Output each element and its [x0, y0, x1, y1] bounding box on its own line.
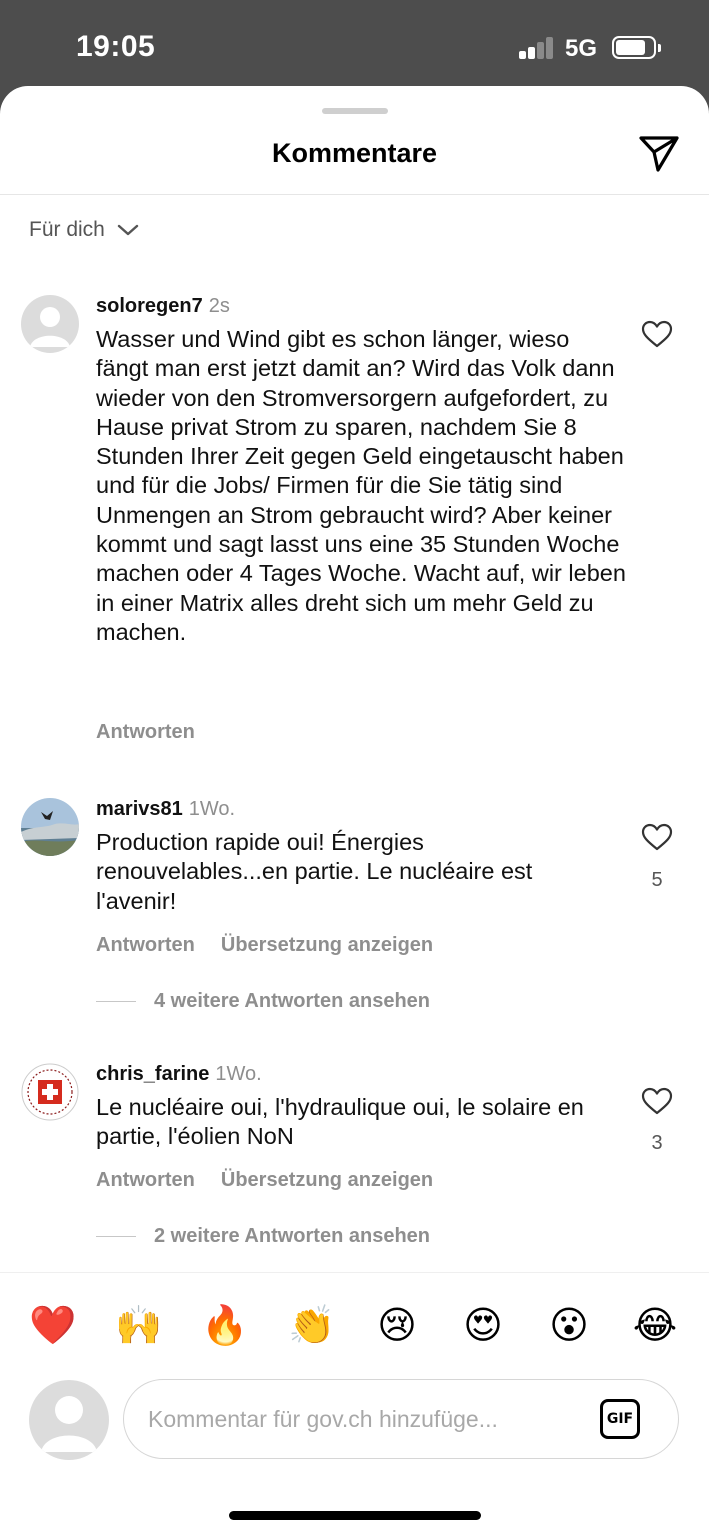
emoji-button[interactable]: 🙌	[114, 1298, 164, 1354]
heart-icon[interactable]	[641, 320, 673, 348]
chevron-down-icon	[117, 224, 139, 236]
heart-icon[interactable]	[641, 823, 673, 851]
like-count: 3	[651, 1132, 663, 1154]
status-bar: 19:05 5G	[0, 0, 709, 90]
status-time: 19:05	[76, 30, 156, 63]
network-label: 5G	[565, 35, 598, 62]
comment-text: Production rapide oui! Énergies renouvel…	[96, 829, 533, 914]
home-indicator	[229, 1511, 481, 1520]
emoji-button[interactable]: 🔥	[200, 1298, 250, 1354]
avatar[interactable]	[21, 295, 79, 353]
emoji-button[interactable]: 😂	[630, 1298, 680, 1354]
emoji-button[interactable]: 👏	[287, 1298, 337, 1354]
emoji-button[interactable]: ❤️	[28, 1298, 78, 1354]
comments-sheet: Kommentare Für dich soloregen7 2s Wasser …	[0, 86, 709, 1536]
comment-time: 2s	[208, 295, 230, 317]
battery-icon	[612, 36, 661, 59]
view-more-replies-label: 4 weitere Antworten ansehen	[154, 990, 430, 1012]
reply-button[interactable]: Antworten	[96, 1169, 195, 1191]
avatar	[29, 1380, 109, 1460]
sort-filter-dropdown[interactable]: Für dich	[29, 218, 139, 242]
heart-icon[interactable]	[641, 1087, 673, 1115]
comment-time: 1Wo.	[215, 1063, 262, 1085]
reply-line	[96, 1001, 136, 1002]
view-more-replies[interactable]: 4 weitere Antworten ansehen	[96, 990, 430, 1013]
translate-button[interactable]: Übersetzung anzeigen	[221, 934, 433, 956]
signal-icon	[519, 37, 555, 59]
reply-line	[96, 1236, 136, 1237]
page-title: Kommentare	[271, 138, 438, 168]
comment-username[interactable]: soloregen7	[96, 295, 203, 317]
comment-time: 1Wo.	[188, 798, 236, 820]
comment-username[interactable]: marivs81	[96, 798, 183, 820]
emoji-reaction-bar: ❤️ 🙌 🔥 👏 😢 😍 😮 😂	[0, 1298, 709, 1354]
header-divider	[0, 194, 709, 195]
view-more-replies-label: 2 weitere Antworten ansehen	[154, 1225, 430, 1247]
filter-label: Für dich	[29, 218, 105, 241]
translate-button[interactable]: Übersetzung anzeigen	[221, 1169, 433, 1191]
gif-button[interactable]: GIF	[600, 1399, 640, 1439]
comment-username[interactable]: chris_farine	[96, 1063, 209, 1085]
view-more-replies[interactable]: 2 weitere Antworten ansehen	[96, 1225, 430, 1248]
emoji-button[interactable]: 😮	[544, 1298, 594, 1354]
reply-button[interactable]: Antworten	[96, 934, 195, 956]
like-count: 5	[651, 869, 663, 891]
avatar[interactable]	[21, 798, 79, 856]
footer-divider	[0, 1272, 709, 1273]
reply-button[interactable]: Antworten	[96, 721, 195, 743]
comment-input-placeholder: Kommentar für gov.ch hinzufüge...	[148, 1406, 498, 1432]
avatar[interactable]	[21, 1063, 79, 1121]
sheet-grabber[interactable]	[322, 108, 388, 114]
emoji-button[interactable]: 😢	[372, 1298, 422, 1354]
comment-text: Le nucléaire oui, l'hydraulique oui, le …	[96, 1094, 584, 1150]
paper-plane-icon[interactable]	[638, 134, 680, 174]
comment-text: Wasser und Wind gibt es schon länger, wi…	[96, 326, 626, 645]
comment-input[interactable]: Kommentar für gov.ch hinzufüge... GIF	[123, 1379, 679, 1459]
emoji-button[interactable]: 😍	[458, 1298, 508, 1354]
